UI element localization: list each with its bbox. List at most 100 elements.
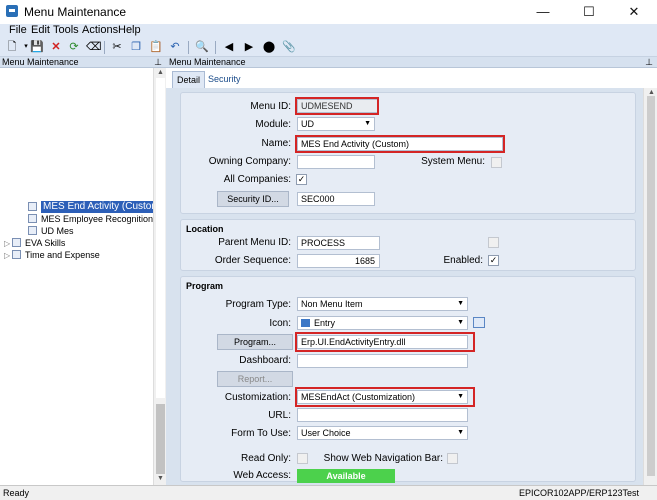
parent-menu-label: Parent Menu ID: [218, 237, 291, 248]
form-to-use-select[interactable]: User Choice ▼ [297, 426, 468, 440]
owning-company-field[interactable] [297, 155, 375, 169]
tree-item-ud-mes[interactable]: UD Mes [28, 225, 74, 237]
read-only-checkbox[interactable] [297, 453, 308, 464]
detail-panel-title: Menu Maintenance [169, 57, 246, 67]
tree-item-label: UD Mes [41, 226, 74, 236]
folder-icon [12, 250, 21, 259]
program-highlight [295, 332, 475, 352]
previous-icon[interactable]: ◀ [222, 40, 236, 54]
delete-icon[interactable]: ✕ [49, 40, 63, 54]
all-companies-checkbox[interactable]: ✓ [296, 174, 307, 185]
tree-item-label: EVA Skills [25, 238, 66, 248]
system-menu-checkbox[interactable] [491, 157, 502, 168]
form-to-use-value: User Choice [301, 428, 351, 438]
dropdown-arrow-icon: ▼ [457, 429, 464, 436]
detail-panel-header: Menu Maintenance ⊥ [166, 57, 657, 68]
tree-panel-header: Menu Maintenance ⊥ [0, 57, 166, 68]
dropdown-arrow-icon: ▼ [457, 319, 464, 326]
enabled-checkbox[interactable]: ✓ [488, 255, 499, 266]
menu-help[interactable]: Help [118, 24, 141, 36]
security-id-button[interactable]: Security ID... [217, 191, 289, 207]
icon-picker-icon[interactable] [473, 317, 485, 328]
menu-actions[interactable]: Actions [82, 24, 118, 36]
tree-item-label: Time and Expense [25, 250, 100, 260]
form-to-use-label: Form To Use: [231, 428, 291, 439]
scroll-down-icon[interactable]: ▼ [156, 475, 165, 483]
name-highlight [295, 135, 505, 153]
stop-icon[interactable]: ⬤ [262, 40, 276, 54]
tree-item-mes-employee-recognition[interactable]: MES Employee Recognition [28, 213, 153, 225]
security-id-field[interactable]: SEC000 [297, 192, 375, 206]
module-select[interactable]: UD ▼ [297, 117, 375, 131]
read-only-label: Read Only: [240, 453, 291, 464]
customization-label: Customization: [224, 392, 291, 403]
maximize-button[interactable]: ☐ [566, 0, 612, 24]
tree-item-label: MES Employee Recognition [41, 214, 154, 224]
minimize-button[interactable]: — [520, 0, 566, 24]
scroll-up-icon[interactable]: ▲ [156, 69, 165, 77]
tab-detail[interactable]: Detail [172, 71, 206, 88]
status-text: Ready [3, 488, 30, 498]
show-web-nav-label: Show Web Navigation Bar: [323, 453, 443, 464]
app-icon [6, 5, 18, 17]
program-button[interactable]: Program... [217, 334, 293, 350]
tree-item-mes-end-activity[interactable]: MES End Activity (Custom) [28, 201, 166, 213]
save-icon[interactable]: 💾 [30, 40, 44, 54]
menu-item-icon [28, 214, 37, 223]
menu-edit[interactable]: Edit [31, 24, 50, 36]
cut-icon[interactable]: ✂ [110, 40, 124, 54]
program-type-select[interactable]: Non Menu Item ▼ [297, 297, 468, 311]
expand-icon[interactable]: ▷ [4, 250, 10, 262]
next-icon[interactable]: ▶ [242, 40, 256, 54]
refresh-icon[interactable]: ⟳ [67, 40, 81, 54]
connection-text: EPICOR102APP/ERP123Test [518, 488, 639, 498]
toolbar-separator [188, 41, 189, 54]
menu-item-icon [28, 226, 37, 235]
parent-menu-field[interactable]: PROCESS [297, 236, 380, 250]
menu-file[interactable]: File [9, 24, 27, 36]
folder-icon [12, 238, 21, 247]
order-sequence-field[interactable]: 1685 [297, 254, 380, 268]
tree-item-time-and-expense[interactable]: ▷ Time and Expense [4, 249, 100, 261]
copy-icon[interactable]: ❐ [129, 40, 143, 54]
program-group: Program Program Type: Non Menu Item ▼ Ic… [180, 276, 636, 483]
customization-highlight [295, 387, 475, 407]
menu-tools[interactable]: Tools [53, 24, 79, 36]
icon-label: Icon: [269, 318, 291, 329]
tree-scrollbar[interactable]: ▲ ▼ [153, 68, 166, 485]
all-companies-label: All Companies: [223, 174, 291, 185]
show-web-nav-checkbox[interactable] [447, 453, 458, 464]
search-icon[interactable]: 🔍 [195, 40, 209, 54]
new-icon[interactable]: 🗋 [5, 40, 19, 54]
module-label: Module: [255, 119, 291, 130]
icon-value: Entry [314, 318, 336, 328]
pin-icon[interactable]: ⊥ [154, 57, 162, 68]
dashboard-field[interactable] [297, 354, 468, 368]
owning-company-label: Owning Company: [208, 156, 291, 167]
menu-item-icon [28, 202, 37, 211]
close-button[interactable]: ✕ [611, 0, 657, 24]
tree-item-label: MES End Activity (Custom) [41, 201, 166, 213]
attachment-icon[interactable]: 📎 [282, 40, 296, 54]
menu-id-highlight [295, 97, 379, 115]
location-checkbox [488, 237, 499, 248]
module-value: UD [301, 119, 314, 129]
undo-icon[interactable]: ↶ [168, 40, 182, 54]
program-type-value: Non Menu Item [301, 299, 363, 309]
detail-content: Menu ID: UDMESEND Module: UD ▼ Name: MES… [166, 88, 657, 485]
window-title: Menu Maintenance [24, 5, 127, 19]
paste-icon[interactable]: 📋 [149, 40, 163, 54]
web-access-status: Available [297, 469, 395, 483]
tree-item-eva-skills[interactable]: ▷ EVA Skills [4, 237, 65, 249]
report-button[interactable]: Report... [217, 371, 293, 387]
scroll-thumb[interactable] [647, 96, 655, 476]
status-bar: Ready EPICOR102APP/ERP123Test [0, 485, 657, 500]
pin-icon[interactable]: ⊥ [645, 57, 653, 68]
scroll-thumb[interactable] [156, 404, 165, 474]
location-group: Location Parent Menu ID: PROCESS Order S… [180, 219, 636, 271]
url-field[interactable] [297, 408, 468, 422]
content-scrollbar[interactable]: ▲ [643, 88, 657, 485]
tab-security[interactable]: Security [204, 71, 245, 88]
clear-icon[interactable]: ⌫ [86, 40, 102, 54]
icon-select[interactable]: Entry ▼ [297, 316, 468, 330]
